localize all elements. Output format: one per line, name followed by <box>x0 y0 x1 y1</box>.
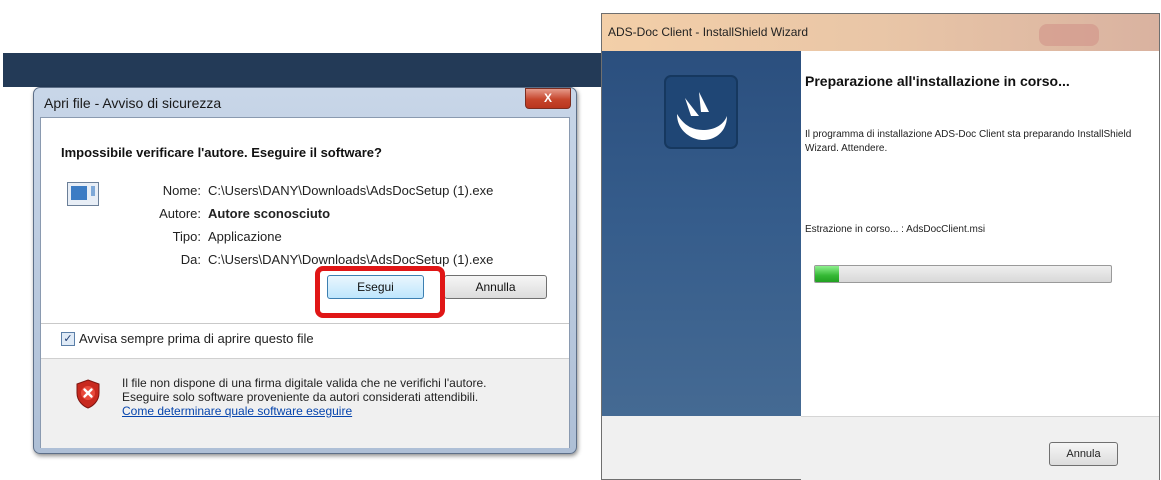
application-file-icon <box>67 182 99 206</box>
warning-text: Il file non dispone di una firma digital… <box>122 376 562 418</box>
highlight-annotation <box>315 266 445 318</box>
security-shield-icon <box>76 379 100 409</box>
field-label-da: Da: <box>180 252 201 267</box>
window-title: ADS-Doc Client - InstallShield Wizard <box>608 25 809 39</box>
extraction-status: Estrazione in corso... : AdsDocClient.ms… <box>805 224 986 235</box>
progress-fill <box>815 266 839 282</box>
wizard-side-footer <box>602 416 801 479</box>
field-value-nome: C:\Users\DANY\Downloads\AdsDocSetup (1).… <box>208 183 494 198</box>
warning-footer: Il file non dispone di una firma digital… <box>41 358 569 448</box>
close-button[interactable]: X <box>525 88 571 109</box>
field-label-autore: Autore: <box>159 206 201 221</box>
wizard-heading: Preparazione all'installazione in corso.… <box>805 73 1070 89</box>
background-banner <box>3 53 611 87</box>
window-titlebar: ADS-Doc Client - InstallShield Wizard <box>602 14 1159 51</box>
titlebar-blur <box>1039 24 1099 46</box>
warning-line-2: Eseguire solo software proveniente da au… <box>122 390 479 404</box>
installshield-wizard-window: ADS-Doc Client - InstallShield Wizard Pr… <box>601 13 1160 480</box>
installshield-logo-icon <box>664 75 738 149</box>
wizard-side-panel <box>602 51 801 416</box>
dialog-heading: Impossibile verificare l'autore. Eseguir… <box>61 145 382 160</box>
wizard-description: Il programma di installazione ADS-Doc Cl… <box>805 129 1132 154</box>
field-value-tipo: Applicazione <box>208 229 282 244</box>
dialog-content: Impossibile verificare l'autore. Eseguir… <box>40 117 570 448</box>
warning-line-1: Il file non dispone di una firma digital… <box>122 376 487 390</box>
install-progress-bar <box>814 265 1112 283</box>
cancel-button[interactable]: Annulla <box>444 275 547 299</box>
wizard-cancel-button[interactable]: Annula <box>1049 442 1118 466</box>
field-label-tipo: Tipo: <box>172 229 201 244</box>
field-label-nome: Nome: <box>162 183 201 198</box>
field-value-autore: Autore sconosciuto <box>208 206 331 221</box>
always-warn-label[interactable]: Avvisa sempre prima di aprire questo fil… <box>79 331 314 346</box>
field-value-da: C:\Users\DANY\Downloads\AdsDocSetup (1).… <box>208 252 494 267</box>
divider <box>41 323 569 324</box>
dialog-title: Apri file - Avviso di sicurezza <box>44 95 222 111</box>
security-warning-dialog: Apri file - Avviso di sicurezza X Imposs… <box>33 87 577 454</box>
always-warn-checkbox[interactable]: ✓ <box>61 332 75 346</box>
help-link[interactable]: Come determinare quale software eseguire <box>122 404 562 418</box>
